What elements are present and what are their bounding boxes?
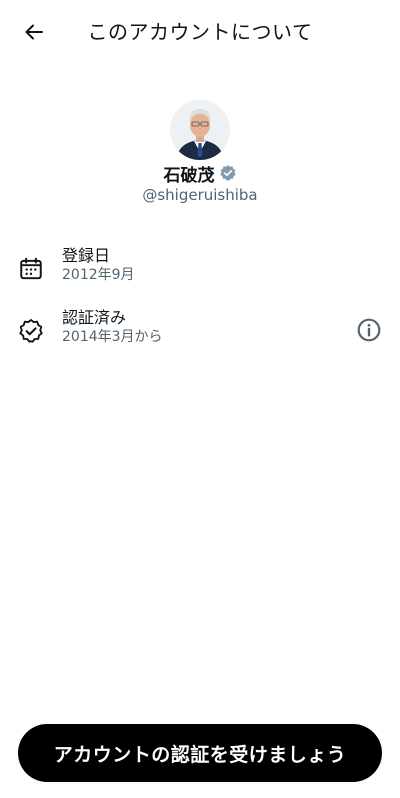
verified-row: 認証済み 2014年3月から (18, 308, 382, 352)
avatar[interactable] (170, 100, 230, 160)
app-header: このアカウントについて (0, 0, 400, 60)
profile-section: 石破茂 @shigeruishiba (0, 100, 400, 204)
verified-text: 認証済み 2014年3月から (62, 308, 163, 347)
joined-date-row: 登録日 2012年9月 (18, 246, 382, 290)
page-title: このアカウントについて (87, 20, 313, 44)
verified-badge-icon (19, 319, 43, 343)
joined-date-text: 登録日 2012年9月 (62, 246, 135, 285)
display-name: 石破茂 (163, 165, 215, 186)
name-row: 石破茂 (0, 160, 400, 186)
verified-badge-icon (219, 165, 236, 181)
joined-date-value: 2012年9月 (62, 267, 135, 283)
avatar-image (170, 100, 230, 160)
info-icon[interactable] (356, 317, 382, 343)
user-handle: @shigeruishiba (142, 186, 258, 204)
calendar-icon (20, 257, 42, 280)
verified-label: 認証済み (62, 308, 127, 327)
get-verified-button[interactable]: アカウントの認証を受けましょう (18, 724, 382, 782)
joined-date-label: 登録日 (62, 246, 111, 265)
verified-value: 2014年3月から (62, 329, 163, 345)
